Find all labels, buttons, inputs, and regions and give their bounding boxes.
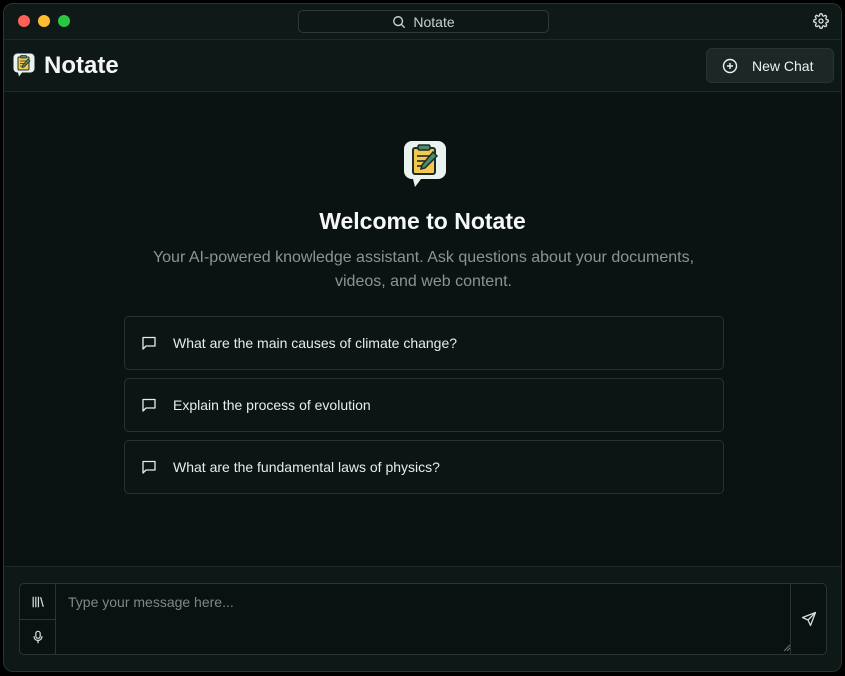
new-chat-label: New Chat: [752, 57, 814, 74]
notate-logo-icon: [13, 53, 35, 77]
library-icon: [32, 596, 44, 607]
plus-circle-icon: [722, 58, 738, 73]
welcome-title: Welcome to Notate: [319, 208, 526, 234]
suggestion-label: What are the fundamental laws of physics…: [173, 459, 440, 475]
send-button[interactable]: [791, 584, 826, 654]
suggestion-card[interactable]: What are the fundamental laws of physics…: [124, 440, 724, 494]
welcome-subtitle: Your AI-powered knowledge assistant. Ask…: [152, 249, 695, 290]
suggestion-card[interactable]: Explain the process of evolution: [124, 378, 724, 432]
notate-logo-icon: [404, 141, 446, 187]
suggestion-label: Explain the process of evolution: [173, 397, 371, 413]
gear-icon[interactable]: [813, 13, 829, 29]
microphone-icon: [32, 630, 43, 644]
new-chat-button[interactable]: New Chat: [706, 48, 834, 83]
command-search-box[interactable]: Notate: [298, 10, 549, 33]
app-title: Notate: [44, 52, 119, 79]
send-icon: [801, 611, 816, 627]
suggestion-card[interactable]: What are the main causes of climate chan…: [124, 316, 724, 370]
resize-grip-icon[interactable]: [783, 644, 791, 652]
minimize-window-button[interactable]: [38, 15, 50, 27]
suggestion-label: What are the main causes of climate chan…: [173, 335, 458, 351]
composer-area: [4, 566, 841, 671]
maximize-window-button[interactable]: [58, 15, 70, 27]
message-square-icon: [142, 336, 156, 350]
search-icon: [393, 15, 406, 28]
search-label: Notate: [413, 13, 455, 30]
message-input[interactable]: [56, 584, 791, 654]
close-window-button[interactable]: [18, 15, 30, 27]
title-bar: Notate: [4, 4, 841, 40]
app-window: Notate Notate New Chat Welcome to Notate…: [3, 3, 842, 672]
message-square-icon: [142, 398, 156, 412]
voice-input-button[interactable]: [20, 620, 56, 654]
library-button[interactable]: [20, 584, 56, 620]
message-composer: [19, 583, 827, 655]
app-header: Notate New Chat: [4, 40, 841, 92]
message-square-icon: [142, 460, 156, 474]
